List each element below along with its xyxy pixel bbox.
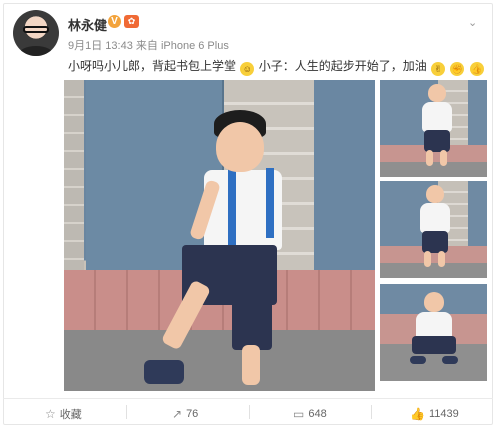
photo-main[interactable]: [64, 80, 375, 391]
repost-icon: ↗: [172, 407, 183, 421]
verified-badge-icon[interactable]: V: [108, 15, 121, 28]
author-avatar[interactable]: [13, 10, 59, 56]
member-badge-icon[interactable]: ✿: [124, 15, 139, 28]
post-source[interactable]: iPhone 6 Plus: [161, 40, 229, 52]
photo-thumb-3[interactable]: [380, 284, 487, 381]
comment-icon: ▭: [293, 407, 305, 421]
post-meta: 9月1日 13:43 来自 iPhone 6 Plus: [68, 37, 229, 53]
thumbs-up-icon: 👍: [469, 62, 484, 76]
photo-door-right: [314, 80, 375, 270]
action-separator: [371, 405, 372, 419]
thumbs-up-icon: 👍: [410, 407, 425, 421]
star-icon: ☆: [45, 407, 56, 421]
photo-wall-left: [64, 80, 84, 270]
like-button[interactable]: 👍 11439: [410, 406, 459, 422]
post-text-part2: 小子：人生的起步开始了，加油: [258, 59, 427, 73]
photo-thumb-1[interactable]: [380, 80, 487, 177]
favorite-label: 收藏: [59, 409, 82, 421]
more-options-chevron-icon[interactable]: ⌄: [468, 18, 480, 29]
action-bar-divider: [3, 398, 493, 399]
repost-count: 76: [186, 408, 199, 420]
repost-button[interactable]: ↗ 76: [172, 406, 198, 422]
victory-hand-icon: ✌: [431, 62, 446, 76]
like-count: 11439: [428, 408, 459, 420]
action-separator: [249, 405, 250, 419]
comment-count: 648: [308, 408, 327, 420]
avatar-glasses: [23, 26, 49, 33]
favorite-button[interactable]: ☆ 收藏: [45, 406, 82, 422]
avatar-shirt: [19, 46, 53, 56]
author-name[interactable]: 林永健: [68, 15, 107, 34]
smiling-face-icon: ☺: [240, 62, 255, 76]
post-text-part1: 小呀吗小儿郎，背起书包上学堂: [68, 59, 237, 73]
post-text: 小呀吗小儿郎，背起书包上学堂 ☺ 小子：人生的起步开始了，加油 ✌ ✊ 👍: [68, 57, 485, 76]
photo-child: [144, 110, 314, 390]
post-timestamp[interactable]: 9月1日 13:43: [68, 40, 133, 52]
photo-thumb-2[interactable]: [380, 181, 487, 278]
fist-icon: ✊: [450, 62, 465, 76]
source-prefix: 来自: [135, 40, 158, 52]
comment-button[interactable]: ▭ 648: [293, 406, 327, 422]
action-separator: [126, 405, 127, 419]
